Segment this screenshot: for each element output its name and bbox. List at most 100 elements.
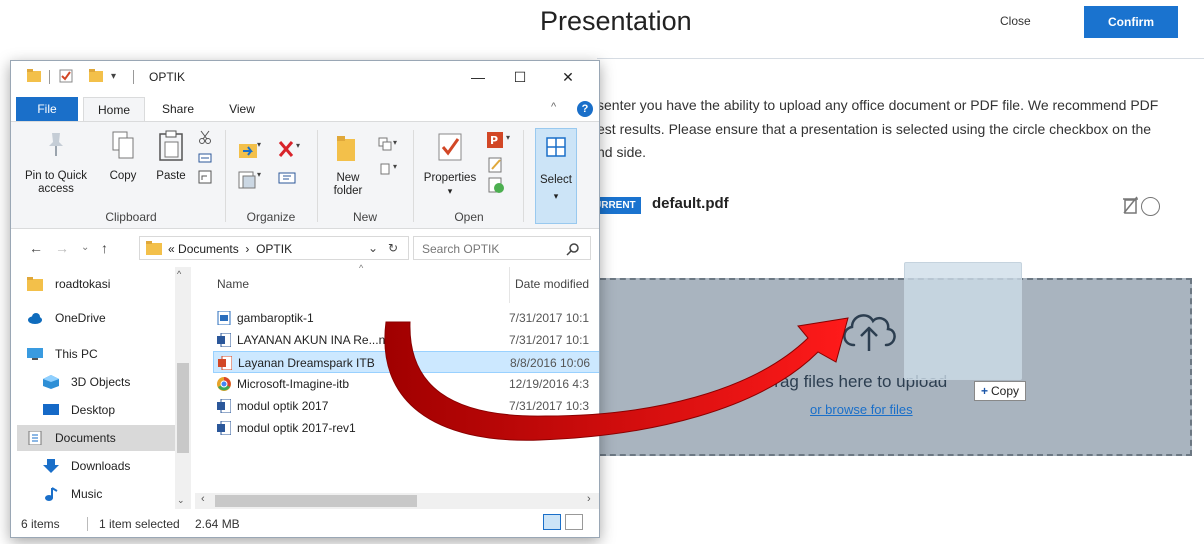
pin-to-quick-access-button[interactable]: Pin to Quick access bbox=[23, 130, 89, 196]
file-name: Layanan Dreamspark ITB bbox=[238, 356, 375, 370]
music-icon bbox=[45, 487, 58, 501]
confirm-button[interactable]: Confirm bbox=[1084, 6, 1178, 38]
recent-locations-icon[interactable]: ⌄ bbox=[81, 242, 89, 253]
title-bar[interactable]: ▾ OPTIK — ☐ ✕ bbox=[11, 61, 599, 93]
refresh-icon[interactable]: ↻ bbox=[388, 241, 398, 255]
properties-dropdown-icon: ▾ bbox=[447, 186, 453, 196]
details-view-icon[interactable] bbox=[543, 514, 561, 530]
nav-scrollbar-thumb[interactable] bbox=[177, 363, 189, 453]
tab-home[interactable]: Home bbox=[83, 97, 145, 121]
copy-tooltip: + Copy bbox=[974, 381, 1027, 401]
browse-files-link[interactable]: or browse for files bbox=[810, 402, 913, 417]
nav-item-onedrive[interactable]: OneDrive bbox=[17, 305, 177, 331]
file-date: 7/31/2017 10:3 bbox=[509, 399, 590, 413]
new-folder-button[interactable]: New folder bbox=[325, 134, 371, 198]
new-item-icon[interactable]: ▾ bbox=[377, 136, 401, 154]
large-icons-view-icon[interactable] bbox=[565, 514, 583, 530]
paste-icon bbox=[159, 130, 183, 161]
tab-file[interactable]: File bbox=[16, 97, 78, 121]
minimize-icon[interactable]: — bbox=[461, 65, 495, 89]
close-window-icon[interactable]: ✕ bbox=[551, 65, 585, 89]
file-explorer-window[interactable]: ▾ OPTIK — ☐ ✕ File Home Share View ^ ? P… bbox=[10, 60, 600, 538]
search-icon[interactable] bbox=[566, 242, 580, 256]
search-input[interactable]: Search OPTIK bbox=[422, 242, 499, 256]
powerpoint-file-icon bbox=[218, 356, 232, 370]
presentation-select-radio[interactable] bbox=[1141, 197, 1160, 216]
up-icon[interactable]: ↑ bbox=[101, 240, 108, 256]
scroll-up-icon[interactable]: ^ bbox=[177, 269, 181, 279]
file-name: Microsoft-Imagine-itb bbox=[237, 377, 350, 391]
nav-item-this-pc[interactable]: This PC bbox=[17, 341, 177, 367]
nav-item-documents[interactable]: Documents bbox=[17, 425, 177, 451]
breadcrumb-optik[interactable]: OPTIK bbox=[256, 242, 292, 256]
title-separator bbox=[49, 70, 50, 84]
properties-quick-icon[interactable] bbox=[59, 69, 73, 83]
copy-path-icon[interactable] bbox=[198, 152, 212, 164]
close-button[interactable]: Close bbox=[1000, 14, 1031, 28]
horizontal-scrollbar-thumb[interactable] bbox=[215, 495, 417, 507]
back-icon[interactable]: ← bbox=[29, 240, 43, 256]
description-line: senter you have the ability to upload an… bbox=[597, 97, 1159, 113]
file-row-modul-optik-rev1[interactable]: modul optik 2017-rev1 7/31/2017 11:5 bbox=[213, 417, 599, 439]
scroll-right-icon[interactable]: › bbox=[587, 493, 591, 505]
file-row-microsoft-imagine[interactable]: Microsoft-Imagine-itb 12/19/2016 4:3 bbox=[213, 373, 599, 395]
easy-access-icon[interactable]: ▾ bbox=[377, 160, 401, 178]
file-row-layanan-akun[interactable]: LAYANAN AKUN INA Re...n 7/31/2017 10:1 bbox=[213, 329, 599, 351]
nav-item-label: Music bbox=[71, 487, 103, 501]
new-folder-quick-icon[interactable] bbox=[89, 69, 103, 83]
column-separator[interactable] bbox=[509, 267, 510, 303]
forward-icon[interactable]: → bbox=[55, 240, 69, 256]
history-icon[interactable] bbox=[487, 176, 505, 194]
nav-item-label: OneDrive bbox=[55, 311, 106, 325]
ribbon: Pin to Quick access Copy Paste Clipboard… bbox=[11, 121, 599, 229]
current-badge: URRENT bbox=[594, 197, 641, 214]
nav-item-roadtokasi[interactable]: roadtokasi bbox=[17, 271, 177, 297]
maximize-icon[interactable]: ☐ bbox=[503, 65, 537, 89]
copy-to-icon[interactable]: ▾ bbox=[237, 168, 263, 190]
word-file-icon bbox=[217, 421, 231, 435]
status-size: 2.64 MB bbox=[195, 517, 240, 531]
file-name: modul optik 2017 bbox=[237, 399, 329, 413]
address-bar[interactable]: « Documents › OPTIK ⌄ ↻ bbox=[139, 236, 409, 260]
file-row-layanan-dreamspark[interactable]: Layanan Dreamspark ITB 8/8/2016 10:06 bbox=[213, 351, 599, 373]
new-folder-icon bbox=[337, 136, 355, 161]
trash-icon[interactable] bbox=[1123, 196, 1139, 214]
search-box[interactable]: Search OPTIK bbox=[413, 236, 591, 260]
paste-shortcut-icon[interactable] bbox=[198, 170, 212, 184]
svg-text:▾: ▾ bbox=[257, 170, 261, 179]
nav-item-label: Downloads bbox=[71, 459, 131, 473]
file-row-gambaroptik[interactable]: gambaroptik-1 7/31/2017 10:1 bbox=[213, 307, 599, 329]
paste-button[interactable]: Paste bbox=[151, 130, 191, 183]
tab-view[interactable]: View bbox=[217, 97, 267, 121]
ribbon-separator bbox=[413, 130, 414, 222]
nav-item-3d-objects[interactable]: 3D Objects bbox=[33, 369, 193, 395]
file-row-modul-optik[interactable]: modul optik 2017 7/31/2017 10:3 bbox=[213, 395, 599, 417]
quick-access-dropdown-icon[interactable]: ▾ bbox=[111, 70, 125, 84]
breadcrumb-documents[interactable]: Documents bbox=[178, 242, 239, 256]
scroll-left-icon[interactable]: ‹ bbox=[201, 493, 205, 505]
properties-button[interactable]: Properties ▾ bbox=[419, 132, 481, 198]
move-to-icon[interactable]: ▾ bbox=[237, 138, 263, 160]
cut-button[interactable] bbox=[197, 130, 213, 148]
help-icon[interactable]: ? bbox=[577, 101, 593, 117]
ribbon-separator bbox=[523, 130, 524, 222]
header-divider bbox=[597, 58, 1204, 59]
nav-item-downloads[interactable]: Downloads bbox=[33, 453, 193, 479]
delete-icon[interactable]: ▾ bbox=[277, 138, 303, 160]
column-header-name[interactable]: Name bbox=[217, 277, 249, 291]
collapse-ribbon-icon[interactable]: ^ bbox=[551, 101, 556, 113]
breadcrumb[interactable]: « Documents › OPTIK bbox=[168, 242, 292, 256]
scroll-down-icon[interactable]: ⌄ bbox=[177, 495, 185, 506]
address-dropdown-icon[interactable]: ⌄ bbox=[368, 241, 378, 255]
open-powerpoint-icon[interactable]: P ▾ bbox=[485, 130, 513, 150]
copy-button[interactable]: Copy bbox=[105, 130, 141, 183]
new-folder-label-1: New bbox=[336, 172, 360, 184]
svg-text:▾: ▾ bbox=[257, 140, 261, 149]
tab-share[interactable]: Share bbox=[153, 97, 203, 121]
edit-icon[interactable] bbox=[487, 156, 505, 174]
rename-icon[interactable] bbox=[277, 168, 299, 188]
column-header-date[interactable]: Date modified bbox=[515, 277, 589, 291]
nav-item-music[interactable]: Music bbox=[33, 481, 193, 507]
nav-item-desktop[interactable]: Desktop bbox=[33, 397, 193, 423]
breadcrumb-overflow[interactable]: « bbox=[168, 242, 175, 256]
